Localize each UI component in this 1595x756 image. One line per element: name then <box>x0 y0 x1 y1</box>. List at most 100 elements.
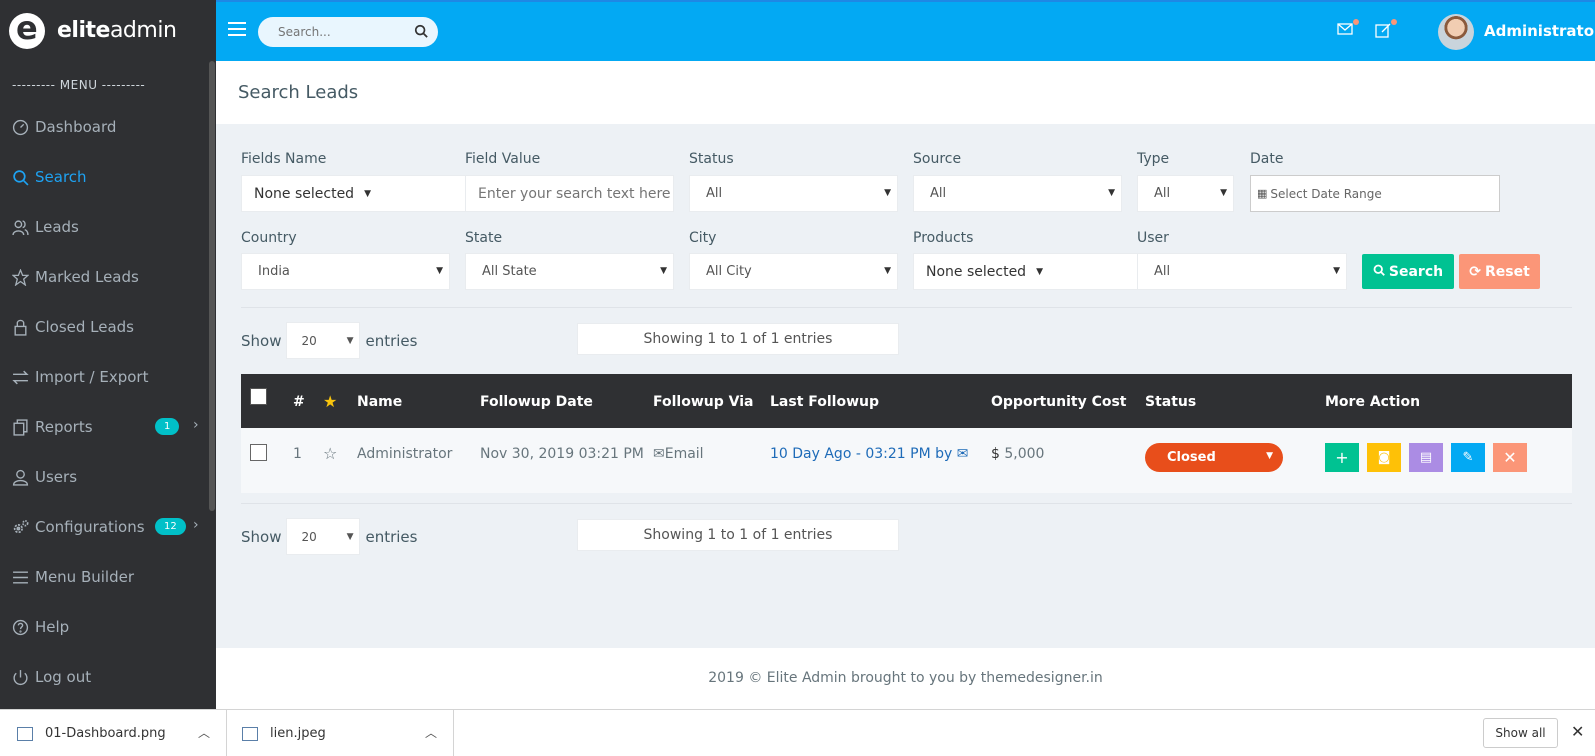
entries-value: 20 <box>301 529 317 544</box>
entries-value: 20 <box>301 333 317 348</box>
sidebar-item-label: Menu Builder <box>35 568 135 586</box>
envelope-icon: ✉ <box>653 446 665 462</box>
star-outline-icon[interactable]: ☆ <box>323 444 337 463</box>
entries-select[interactable]: 20 ▼ <box>286 518 361 555</box>
reset-button[interactable]: ⟳ Reset <box>1459 254 1540 289</box>
field-value-input[interactable] <box>478 185 673 202</box>
close-icon: ✕ <box>1503 448 1517 467</box>
col-opportunity-cost[interactable]: Opportunity Cost <box>991 394 1127 410</box>
add-followup-button[interactable]: + <box>1325 443 1359 472</box>
type-select[interactable]: All ▼ <box>1137 175 1234 212</box>
sidebar-item-configurations[interactable]: Configurations 12 › <box>0 502 216 552</box>
col-followup-date[interactable]: Followup Date <box>480 394 593 410</box>
view-button[interactable]: ◙ <box>1367 443 1401 472</box>
sidebar-item-label: Configurations <box>35 518 145 536</box>
date-range-input[interactable]: ▦ Select Date Range <box>1250 175 1500 212</box>
notification-dot <box>1391 19 1397 25</box>
products-select[interactable]: None selected ▼ <box>913 253 1138 290</box>
top-search <box>258 17 438 47</box>
notes-button[interactable]: ▤ <box>1409 443 1443 472</box>
row-checkbox[interactable] <box>250 444 267 461</box>
row-followup-via: ✉Email <box>653 446 704 462</box>
avatar[interactable] <box>1438 14 1474 50</box>
user-select[interactable]: All ▼ <box>1137 253 1347 290</box>
sidebar-item-marked-leads[interactable]: Marked Leads <box>0 252 216 302</box>
source-select[interactable]: All ▼ <box>913 175 1122 212</box>
configurations-badge: 12 <box>155 518 186 535</box>
divider <box>241 307 1572 308</box>
gears-icon <box>11 518 29 536</box>
divider <box>241 503 1572 504</box>
entries-select[interactable]: 20 ▼ <box>286 322 361 359</box>
caret-down-icon: ▼ <box>346 336 354 346</box>
sidebar-item-leads[interactable]: Leads <box>0 202 216 252</box>
hamburger-icon[interactable] <box>228 22 246 36</box>
sidebar-item-label: Users <box>35 468 78 486</box>
show-label: Show <box>241 331 282 350</box>
select-all-checkbox[interactable] <box>250 388 267 405</box>
search-icon[interactable] <box>414 24 428 42</box>
close-icon[interactable]: ✕ <box>1571 722 1584 741</box>
country-label: Country <box>241 230 297 246</box>
question-icon <box>11 618 29 636</box>
caret-down-icon: ▼ <box>1036 266 1043 277</box>
sidebar-item-dashboard[interactable]: Dashboard <box>0 102 216 152</box>
row-last-followup[interactable]: 10 Day Ago - 03:21 PM by ✉ <box>770 446 968 462</box>
show-all-button[interactable]: Show all <box>1483 718 1558 748</box>
col-followup-via[interactable]: Followup Via <box>653 394 753 410</box>
table-header: # ★ Name Followup Date Followup Via Last… <box>241 374 1572 428</box>
field-value-box <box>465 175 674 212</box>
table-row: 1 ☆ Administrator Nov 30, 2019 03:21 PM … <box>241 428 1572 493</box>
sidebar-item-reports[interactable]: Reports 1 › <box>0 402 216 452</box>
show-label: Show <box>241 527 282 546</box>
col-last-followup[interactable]: Last Followup <box>770 394 879 410</box>
edit-button[interactable]: ✎ <box>1451 443 1485 472</box>
sidebar-item-search[interactable]: Search <box>0 152 216 202</box>
brand-logo[interactable]: eliteadmin <box>0 0 216 61</box>
chevron-right-icon: › <box>193 417 199 433</box>
search-button[interactable]: Search <box>1362 254 1454 289</box>
download-item[interactable]: 01-Dashboard.png ︿ <box>0 710 227 756</box>
mail-icon[interactable] <box>1337 19 1359 40</box>
sidebar-item-import-export[interactable]: Import / Export <box>0 352 216 402</box>
status-dropdown[interactable]: Closed ▼ <box>1145 443 1283 472</box>
download-item[interactable]: lien.jpeg ︿ <box>227 710 454 756</box>
sidebar-item-users[interactable]: Users <box>0 452 216 502</box>
status-value: All <box>706 186 723 201</box>
chevron-up-icon[interactable]: ︿ <box>425 724 437 741</box>
col-status[interactable]: Status <box>1145 394 1196 410</box>
delete-button[interactable]: ✕ <box>1493 443 1527 472</box>
last-followup-text: 10 Day Ago - 03:21 PM by <box>770 446 953 462</box>
user-icon <box>11 468 29 486</box>
top-search-input[interactable] <box>258 17 398 47</box>
download-filename: lien.jpeg <box>270 726 326 741</box>
copy-icon <box>11 418 29 436</box>
search-button-label: Search <box>1388 263 1444 280</box>
fields-name-select[interactable]: None selected ▼ <box>241 175 466 212</box>
user-name[interactable]: Administrator <box>1484 22 1595 40</box>
download-filename: 01-Dashboard.png <box>45 726 166 741</box>
sidebar-item-label: Leads <box>35 218 79 236</box>
col-name[interactable]: Name <box>357 394 402 410</box>
image-file-icon <box>17 726 33 741</box>
followup-via-text: Email <box>664 446 704 462</box>
country-select[interactable]: India ▼ <box>241 253 450 290</box>
chevron-up-icon[interactable]: ︿ <box>198 724 210 741</box>
row-opportunity-cost: $ 5,000 <box>991 446 1044 462</box>
state-label: State <box>465 230 503 246</box>
reports-badge: 1 <box>155 418 180 435</box>
status-select[interactable]: All ▼ <box>689 175 898 212</box>
country-value: India <box>258 264 290 279</box>
sidebar-item-logout[interactable]: Log out <box>0 652 216 702</box>
sidebar-item-closed-leads[interactable]: Closed Leads <box>0 302 216 352</box>
reset-button-label: Reset <box>1484 263 1530 280</box>
caret-down-icon: ▼ <box>436 266 443 276</box>
city-select[interactable]: All City ▼ <box>689 253 898 290</box>
sidebar-scrollbar[interactable] <box>209 61 215 511</box>
state-select[interactable]: All State ▼ <box>465 253 674 290</box>
edit-icon[interactable] <box>1375 19 1397 40</box>
sidebar-item-help[interactable]: Help <box>0 602 216 652</box>
sidebar-item-menu-builder[interactable]: Menu Builder <box>0 552 216 602</box>
col-number[interactable]: # <box>293 394 305 410</box>
city-value: All City <box>706 264 752 279</box>
